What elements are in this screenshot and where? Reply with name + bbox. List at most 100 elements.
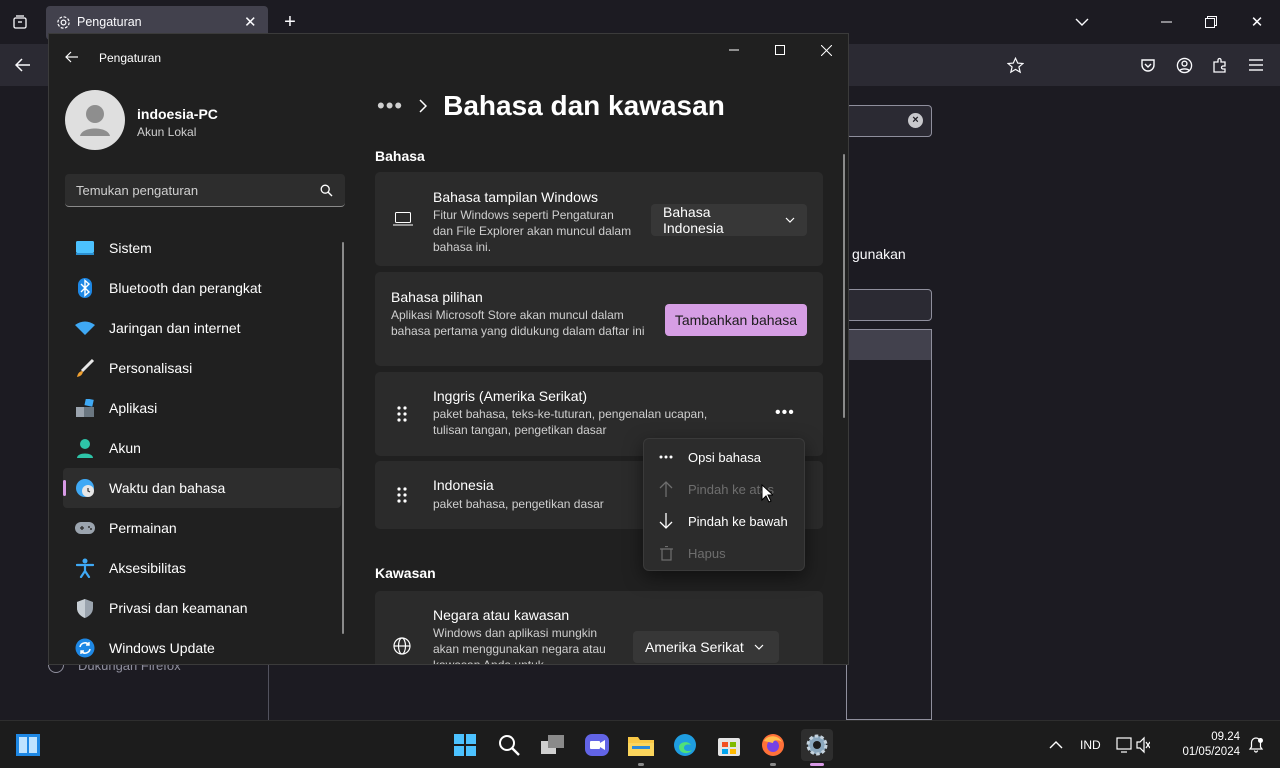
nav-item-windows-update[interactable]: Windows Update	[63, 628, 341, 664]
drag-handle-icon[interactable]	[397, 406, 407, 422]
shield-icon	[75, 598, 95, 618]
language-context-menu: Opsi bahasa Pindah ke atas Pindah ke baw…	[643, 438, 805, 571]
file-explorer-icon[interactable]	[625, 729, 657, 766]
page-title: Bahasa dan kawasan	[443, 90, 725, 121]
listbox-selected-row[interactable]	[847, 330, 931, 360]
start-icon[interactable]	[12, 729, 44, 761]
page-listbox[interactable]	[846, 329, 932, 720]
search-input[interactable]: Temukan pengaturan	[65, 174, 345, 207]
drag-handle-icon[interactable]	[397, 487, 407, 503]
clock-date: 01/05/2024	[1182, 746, 1240, 758]
window-title: Pengaturan	[99, 51, 162, 65]
task-view-icon[interactable]	[537, 729, 569, 761]
menu-item-move-down[interactable]: Pindah ke bawah	[644, 505, 804, 537]
maximize-button[interactable]	[757, 34, 803, 66]
nav-item-permainan[interactable]: Permainan	[63, 508, 341, 548]
settings-app-icon[interactable]	[801, 729, 833, 766]
content-scrollbar[interactable]	[843, 154, 845, 418]
avatar[interactable]	[65, 90, 125, 150]
nav-item-privasi[interactable]: Privasi dan keamanan	[63, 588, 341, 628]
close-button[interactable]	[803, 34, 848, 66]
back-arrow-icon[interactable]	[12, 54, 34, 76]
account-icon[interactable]	[1173, 54, 1195, 76]
display-language-dropdown[interactable]: Bahasa Indonesia	[651, 204, 807, 236]
nav-item-akun[interactable]: Akun	[63, 428, 341, 468]
menu-item-remove[interactable]: Hapus	[644, 537, 804, 569]
windows-start-icon[interactable]	[449, 729, 481, 761]
network-volume-icons[interactable]	[1112, 729, 1154, 761]
nav-item-sistem[interactable]: Sistem	[63, 228, 341, 268]
chat-icon[interactable]	[581, 729, 613, 761]
clock-time: 09.24	[1211, 731, 1240, 743]
preferred-languages-title: Bahasa pilihan	[391, 289, 483, 305]
minimize-button[interactable]	[711, 34, 757, 66]
menu-item-language-options[interactable]: Opsi bahasa	[644, 441, 804, 473]
page-text-fragment: gunakan	[852, 246, 906, 262]
mouse-cursor-icon	[761, 484, 773, 503]
tab-list-icon[interactable]	[10, 12, 30, 32]
notification-bell-icon[interactable]	[1240, 729, 1272, 761]
nav-item-bluetooth[interactable]: Bluetooth dan perangkat	[63, 268, 341, 308]
region-dropdown[interactable]: Amerika Serikat	[633, 631, 779, 663]
language-name: Indonesia	[433, 477, 494, 493]
globe-clock-icon	[75, 478, 95, 498]
input-indicator[interactable]: IND	[1080, 738, 1101, 752]
nav-item-waktu-bahasa[interactable]: Waktu dan bahasa	[63, 468, 341, 508]
tab-title: Pengaturan	[77, 15, 142, 29]
account-type: Akun Lokal	[137, 125, 197, 139]
profile-name: indoesia-PC	[137, 106, 218, 122]
nav-scrollbar[interactable]	[342, 242, 344, 634]
restore-icon[interactable]	[1201, 12, 1221, 32]
nav-item-jaringan[interactable]: Jaringan dan internet	[63, 308, 341, 348]
more-icon	[658, 449, 674, 465]
nav-item-aksesibilitas[interactable]: Aksesibilitas	[63, 548, 341, 588]
clock[interactable]: 09.24 01/05/2024	[1172, 730, 1240, 760]
search-icon	[320, 184, 333, 197]
globe-icon	[393, 637, 411, 655]
page-field[interactable]	[846, 289, 932, 321]
wifi-icon	[75, 318, 95, 338]
section-heading-region: Kawasan	[375, 565, 436, 581]
close-tab-icon[interactable]: ✕	[244, 13, 257, 31]
minimize-icon[interactable]	[1156, 12, 1176, 32]
chevron-down-icon[interactable]	[1072, 12, 1092, 32]
store-icon[interactable]	[713, 729, 745, 761]
close-icon[interactable]: ✕	[1247, 12, 1267, 32]
gamepad-icon	[75, 518, 95, 538]
menu-icon[interactable]	[1245, 54, 1267, 76]
nav-label: Permainan	[109, 520, 177, 536]
apps-icon	[75, 398, 95, 418]
firefox-icon[interactable]	[757, 729, 789, 766]
show-hidden-icons-chevron-up-icon[interactable]	[1040, 729, 1072, 761]
back-arrow-icon[interactable]	[65, 51, 79, 63]
monitor-icon	[75, 238, 95, 258]
extensions-icon[interactable]	[1209, 54, 1231, 76]
bluetooth-icon	[75, 278, 95, 298]
search-icon[interactable]	[493, 729, 525, 761]
menu-item-label: Hapus	[688, 545, 726, 561]
section-heading-language: Bahasa	[375, 148, 425, 164]
nav-item-personalisasi[interactable]: Personalisasi	[63, 348, 341, 388]
preferred-languages-desc: Aplikasi Microsoft Store akan muncul dal…	[391, 308, 645, 338]
chevron-down-icon	[785, 217, 795, 223]
clear-search-icon[interactable]: ×	[908, 113, 923, 128]
search-placeholder: Temukan pengaturan	[76, 183, 199, 198]
menu-item-label: Pindah ke bawah	[688, 513, 788, 529]
display-language-card: Bahasa tampilan Windows Fitur Windows se…	[375, 172, 823, 266]
nav-item-aplikasi[interactable]: Aplikasi	[63, 388, 341, 428]
trash-icon	[658, 545, 674, 561]
pocket-icon[interactable]	[1137, 54, 1159, 76]
chevron-right-icon	[419, 99, 428, 113]
add-language-button[interactable]: Tambahkan bahasa	[665, 304, 807, 336]
more-options-button[interactable]: •••	[775, 404, 795, 422]
nav-label: Aplikasi	[109, 400, 158, 416]
bookmark-star-icon[interactable]	[1004, 54, 1026, 76]
running-indicator	[810, 763, 824, 766]
breadcrumb-more-button[interactable]: •••	[377, 93, 403, 119]
nav-label: Jaringan dan internet	[109, 320, 241, 336]
edge-icon[interactable]	[669, 729, 701, 761]
new-tab-icon[interactable]: +	[280, 11, 300, 33]
language-features: paket bahasa, pengetikan dasar	[433, 497, 604, 511]
person-icon	[75, 438, 95, 458]
menu-item-move-up[interactable]: Pindah ke atas	[644, 473, 804, 505]
